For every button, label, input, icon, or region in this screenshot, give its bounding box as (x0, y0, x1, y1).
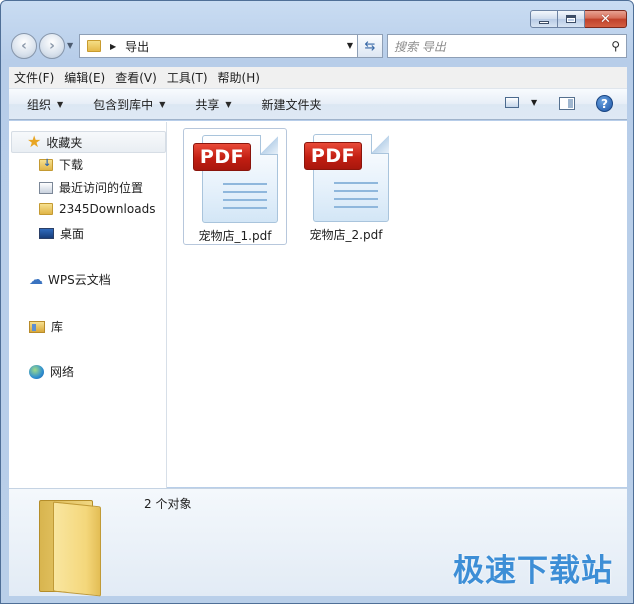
minimize-button[interactable] (530, 10, 558, 28)
chevron-down-icon[interactable]: ▼ (531, 98, 537, 107)
menu-tools[interactable]: 工具(T) (162, 69, 213, 86)
nav-favorites[interactable]: ★ 收藏夹 (11, 131, 166, 153)
folder-icon (31, 494, 105, 597)
menu-help[interactable]: 帮助(H) (213, 69, 265, 86)
new-folder-label: 新建文件夹 (261, 97, 322, 112)
file-name[interactable]: 宠物店_1.pdf (199, 227, 272, 244)
minimize-icon (539, 20, 549, 24)
nav-downloads[interactable]: 下载 (39, 156, 83, 173)
close-button[interactable]: ✕ (585, 10, 627, 28)
folder-icon (39, 203, 53, 215)
new-folder-button[interactable]: 新建文件夹 (262, 96, 322, 113)
include-library-label: 包含到库中 (93, 97, 154, 112)
help-icon[interactable]: ? (596, 95, 613, 112)
recent-places-icon (39, 181, 53, 194)
pdf-badge: PDF (193, 143, 251, 171)
cloud-icon: ☁ (29, 271, 43, 288)
address-dropdown-icon[interactable]: ▼ (347, 41, 353, 50)
refresh-button[interactable]: ⇆ (358, 34, 383, 58)
window-controls: ✕ (530, 10, 627, 28)
maximize-button[interactable] (558, 10, 585, 28)
navigation-row: ‹ › ▼ ▶ 导出 ▼ ⇆ 搜索 导出 ⚲ (9, 32, 627, 60)
back-arrow-icon: ‹ (21, 38, 27, 54)
pdf-file-icon: PDF (300, 132, 392, 224)
pdf-badge: PDF (304, 142, 362, 170)
chevron-down-icon: ▼ (225, 99, 232, 109)
nav-recent-label: 最近访问的位置 (59, 181, 144, 195)
nav-libraries[interactable]: 库 (29, 318, 63, 335)
chevron-down-icon: ▼ (57, 99, 64, 109)
nav-2345downloads[interactable]: 2345Downloads (39, 202, 155, 216)
content-area: ★ 收藏夹 下载 最近访问的位置 2345Downloads 桌面 ☁ WP (9, 121, 627, 488)
breadcrumb-current[interactable]: 导出 (125, 38, 149, 55)
share-label: 共享 (195, 97, 220, 112)
refresh-icon: ⇆ (364, 38, 376, 54)
downloads-folder-icon (39, 158, 53, 171)
details-pane: 2 个对象 极速下载站 (9, 488, 627, 597)
back-button[interactable]: ‹ (11, 33, 37, 59)
chevron-down-icon: ▼ (159, 99, 166, 109)
file-item[interactable]: PDF 宠物店_1.pdf (183, 128, 287, 245)
menu-bar: 文件(F) 编辑(E) 查看(V) 工具(T) 帮助(H) (9, 67, 627, 89)
close-icon: ✕ (600, 11, 611, 27)
forward-button[interactable]: › (39, 33, 65, 59)
nav-wps-cloud[interactable]: ☁ WPS云文档 (29, 271, 111, 288)
nav-favorites-label: 收藏夹 (46, 135, 83, 150)
library-icon (29, 320, 45, 333)
file-list: PDF 宠物店_1.pdf PDF 宠物店_2.pdf (168, 122, 627, 488)
share-button[interactable]: 共享 ▼ (195, 96, 231, 113)
organize-button[interactable]: 组织 ▼ (27, 96, 63, 113)
include-in-library-button[interactable]: 包含到库中 ▼ (93, 96, 165, 113)
nav-downloads-label: 下载 (59, 158, 84, 172)
nav-wps-cloud-label: WPS云文档 (48, 273, 111, 287)
command-bar: 组织 ▼ 包含到库中 ▼ 共享 ▼ 新建文件夹 ▼ ? (9, 89, 627, 120)
view-icon (505, 97, 519, 108)
search-placeholder: 搜索 导出 (394, 39, 446, 54)
nav-network[interactable]: 网络 (29, 363, 74, 380)
desktop-icon (39, 228, 54, 239)
menu-view[interactable]: 查看(V) (110, 69, 162, 86)
pdf-file-icon: PDF (189, 133, 281, 225)
maximize-icon (566, 15, 576, 23)
folder-icon (87, 40, 101, 52)
breadcrumb-arrow-icon[interactable]: ▶ (110, 42, 116, 51)
nav-desktop-label: 桌面 (60, 227, 85, 241)
address-bar[interactable]: ▶ 导出 ▼ (79, 34, 358, 58)
preview-pane-icon[interactable] (559, 97, 575, 110)
nav-desktop[interactable]: 桌面 (39, 225, 84, 242)
network-icon (29, 364, 44, 379)
organize-label: 组织 (27, 97, 52, 112)
explorer-window: ✕ ‹ › ▼ ▶ 导出 ▼ ⇆ 搜索 导出 ⚲ 文件(F) 编辑(E) 查看(… (0, 0, 634, 604)
forward-arrow-icon: › (49, 38, 55, 54)
file-item[interactable]: PDF 宠物店_2.pdf (294, 128, 398, 245)
menu-edit[interactable]: 编辑(E) (59, 69, 110, 86)
item-count: 2 个对象 (144, 497, 192, 511)
search-icon[interactable]: ⚲ (611, 39, 620, 53)
file-name[interactable]: 宠物店_2.pdf (310, 226, 383, 243)
nav-network-label: 网络 (50, 365, 75, 379)
menu-file[interactable]: 文件(F) (9, 69, 59, 86)
nav-libraries-label: 库 (51, 320, 64, 334)
nav-2345downloads-label: 2345Downloads (59, 202, 156, 216)
star-icon: ★ (27, 132, 42, 151)
recent-pages-dropdown-icon[interactable]: ▼ (67, 41, 73, 50)
search-input[interactable]: 搜索 导出 ⚲ (387, 34, 627, 58)
navigation-pane: ★ 收藏夹 下载 最近访问的位置 2345Downloads 桌面 ☁ WP (9, 122, 167, 488)
nav-recent-places[interactable]: 最近访问的位置 (39, 179, 143, 196)
watermark: 极速下载站 (453, 553, 613, 589)
change-view-button[interactable]: ▼ (505, 97, 537, 108)
